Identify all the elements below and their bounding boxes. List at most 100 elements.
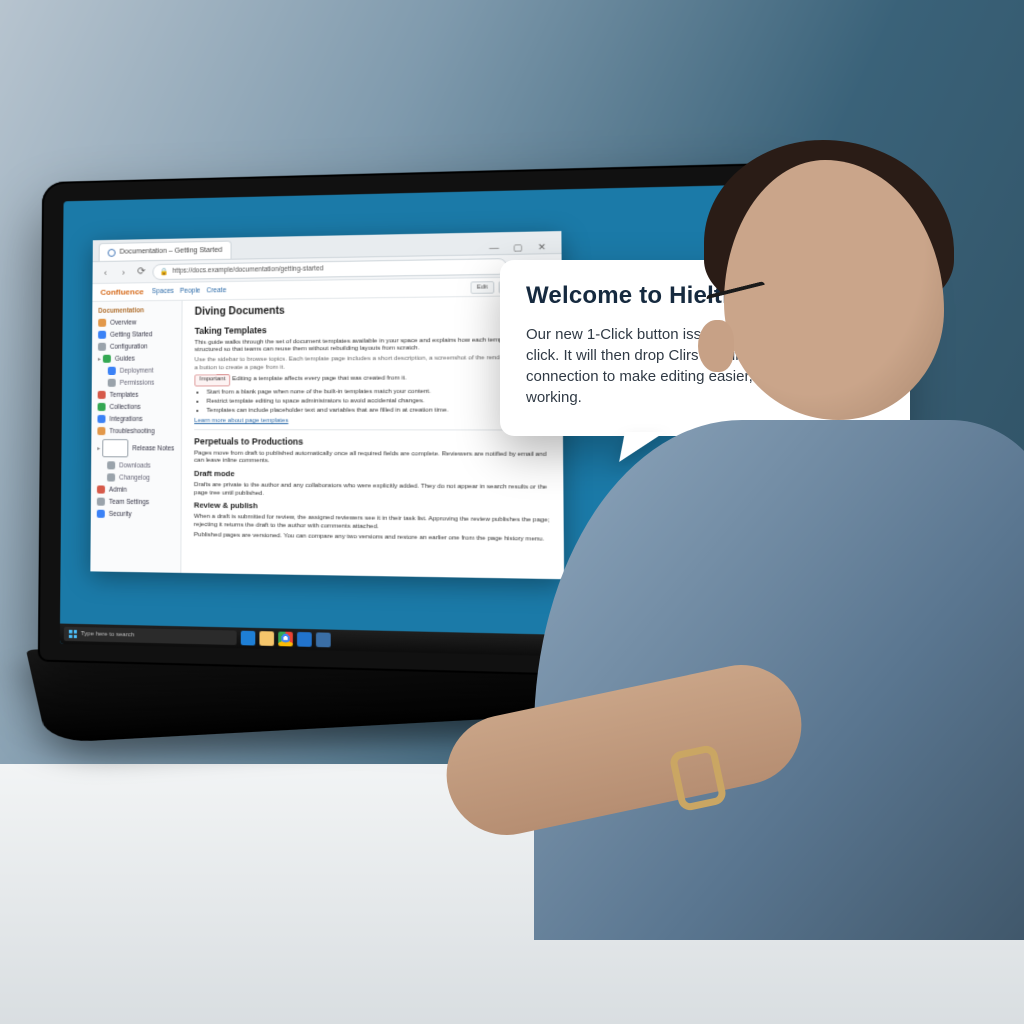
gray-square-icon (98, 343, 106, 351)
green-square-icon (103, 355, 111, 363)
doc-learn-more-link[interactable]: Learn more about page templates (194, 417, 288, 424)
orange-square-icon (98, 319, 106, 327)
desk-surface (0, 764, 1024, 1024)
sidebar-item-label: Templates (110, 391, 139, 398)
doc-p3b: When a draft is submitted for review, th… (194, 513, 551, 533)
sidebar-item-label: Integrations (109, 415, 142, 422)
sidebar-item-label: Release Notes (132, 445, 174, 452)
doc-bullet-1: Start from a blank page when none of the… (207, 387, 550, 396)
blue-square-icon (97, 510, 105, 518)
taskbar-chrome-icon[interactable] (278, 632, 293, 647)
sidebar-item-label: Admin (109, 486, 127, 493)
taskbar-search[interactable]: Type here to search (64, 627, 237, 645)
url-text: https://docs.example/documentation/getti… (172, 265, 323, 275)
red-square-icon (98, 391, 106, 399)
sidebar-item-label: Overview (110, 319, 136, 326)
nav-reload-button[interactable]: ⟳ (134, 265, 148, 279)
sidebar-header-label: Documentation (98, 307, 144, 315)
sidebar: Documentation Overview Getting Started Con… (90, 301, 182, 573)
doc-p2: Pages move from draft to published autom… (194, 449, 550, 467)
nav-forward-button[interactable]: › (116, 265, 130, 279)
doc-p3c: Published pages are versioned. You can c… (194, 531, 551, 544)
app-brand: Confluence (100, 287, 144, 297)
welcome-tooltip: Welcome to Hielting Our new 1-Click butt… (500, 260, 910, 436)
note-badge: Important (194, 374, 230, 386)
taskbar-edge-icon[interactable] (241, 631, 256, 646)
sidebar-item-label: Deployment (120, 367, 154, 374)
doc-h3b: Review & publish (194, 501, 550, 514)
sidebar-item-deployment[interactable]: Deployment (92, 364, 181, 377)
app-content: Documentation Overview Getting Started Con… (90, 296, 564, 579)
windows-start-icon[interactable] (69, 630, 77, 638)
sidebar-item-label: Permissions (120, 379, 155, 386)
welcome-title: Welcome to Hielting (526, 282, 884, 310)
doc-title: Diving Documents (195, 302, 549, 319)
blue-square-icon (97, 415, 105, 423)
sidebar-item-troubleshooting[interactable]: Troubleshooting (91, 425, 181, 437)
window-close-button[interactable]: ✕ (533, 241, 551, 254)
sidebar-item-label: Changelog (119, 474, 150, 481)
blue-square-icon (108, 367, 116, 375)
url-field[interactable]: 🔒 https://docs.example/documentation/get… (152, 258, 507, 280)
sidebar-item-security[interactable]: Security (91, 508, 181, 521)
doc-square-icon (102, 439, 128, 457)
sidebar-item-guides[interactable]: ▸ Guides (92, 352, 181, 365)
taskbar-explorer-icon[interactable] (259, 631, 274, 646)
gray-square-icon (107, 461, 115, 469)
sidebar-item-overview[interactable]: Overview (92, 316, 181, 329)
toplink-people[interactable]: People (180, 287, 201, 294)
doc-subtitle: Taking Templates (195, 322, 549, 337)
toplink-spaces[interactable]: Spaces (152, 288, 174, 295)
window-maximize-button[interactable]: ▢ (509, 241, 526, 254)
gray-square-icon (97, 498, 105, 506)
taskbar-mail-icon[interactable] (297, 632, 312, 647)
chevron-right-icon: ▸ (98, 355, 101, 362)
sidebar-item-configuration[interactable]: Configuration (92, 340, 181, 353)
browser-tab-active[interactable]: Documentation – Getting Started (99, 241, 232, 261)
sidebar-item-label: Troubleshooting (109, 428, 154, 435)
sidebar-item-label: Getting Started (110, 331, 152, 338)
tab-title: Documentation – Getting Started (120, 247, 223, 256)
sidebar-item-admin[interactable]: Admin (91, 483, 181, 496)
windows-taskbar: Type here to search (60, 624, 787, 662)
taskbar-app-icon[interactable] (316, 632, 331, 647)
sidebar-item-label: Collections (110, 403, 141, 410)
doc-note: Important Editing a template affects eve… (194, 372, 549, 386)
sidebar-item-label: Downloads (119, 462, 150, 469)
doc-intro-2: Use the sidebar to browse topics. Each t… (194, 354, 549, 372)
sidebar-item-getting-started[interactable]: Getting Started (92, 328, 181, 341)
sidebar-item-collections[interactable]: Collections (92, 401, 182, 413)
chevron-right-icon: ▸ (97, 445, 100, 452)
sidebar-item-permissions[interactable]: Permissions (92, 376, 181, 388)
gray-square-icon (108, 379, 116, 387)
doc-p3a: Drafts are private to the author and any… (194, 481, 550, 500)
taskbar-search-placeholder: Type here to search (81, 631, 134, 638)
sidebar-item-integrations[interactable]: Integrations (91, 413, 181, 425)
gray-square-icon (107, 473, 115, 481)
sidebar-item-label: Security (109, 510, 132, 517)
doc-divider (194, 429, 550, 430)
sidebar-item-changelog[interactable]: Changelog (91, 471, 181, 484)
toplink-create[interactable]: Create (206, 287, 226, 294)
doc-bullet-3: Templates can include placeholder text a… (206, 406, 549, 414)
note-text: Editing a template affects every page th… (232, 374, 406, 382)
doc-intro-1: This guide walks through the set of docu… (195, 336, 550, 355)
green-square-icon (98, 403, 106, 411)
doc-bullet-2: Restrict template editing to space admin… (207, 397, 550, 406)
window-controls: — ▢ ✕ (485, 236, 555, 254)
doc-h3a: Draft mode (194, 469, 550, 481)
window-minimize-button[interactable]: — (485, 242, 502, 255)
welcome-body: Our new 1-Click button issues a sample a… (526, 324, 884, 408)
red-square-icon (97, 485, 105, 493)
sidebar-item-downloads[interactable]: Downloads (91, 459, 181, 472)
sidebar-item-release-notes[interactable]: ▸ Release Notes (91, 437, 181, 460)
sidebar-item-label: Configuration (110, 343, 148, 350)
orange-square-icon (97, 427, 105, 435)
lock-icon: 🔒 (159, 267, 168, 275)
nav-back-button[interactable]: ‹ (98, 265, 112, 279)
edit-button[interactable]: Edit (470, 281, 494, 294)
sidebar-item-templates[interactable]: Templates (92, 389, 182, 401)
doc-h2: Perpetuals to Productions (194, 436, 550, 448)
sidebar-item-label: Guides (115, 355, 135, 362)
sidebar-item-team-settings[interactable]: Team Settings (91, 496, 181, 509)
